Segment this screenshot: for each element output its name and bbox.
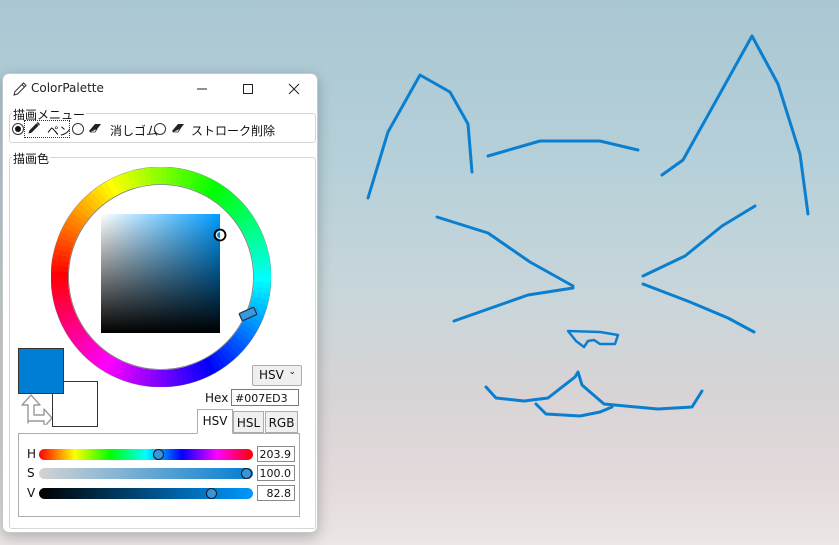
- stroke-left-ear: [366, 73, 474, 200]
- tab-hsl[interactable]: HSL: [233, 411, 264, 433]
- saturation-slider-thumb[interactable]: [241, 467, 252, 479]
- v-label: V: [27, 486, 36, 500]
- close-icon: [288, 83, 300, 95]
- radio-eraser[interactable]: [72, 123, 84, 135]
- radio-stroke-delete[interactable]: [154, 123, 166, 135]
- tab-hsv[interactable]: HSV: [197, 409, 233, 434]
- h-label: H: [27, 447, 37, 461]
- stroke-left-whisker-top: [435, 215, 575, 288]
- eraser-label: 消しゴム: [110, 124, 159, 138]
- swap-colors-icon[interactable]: [18, 391, 52, 425]
- stroke-right-whisker-bottom: [641, 282, 756, 334]
- minimize-button[interactable]: [179, 74, 225, 104]
- maximize-button[interactable]: [225, 74, 271, 104]
- tab-rgb[interactable]: RGB: [265, 411, 298, 433]
- color-palette-window: ColorPalette 描画メニュー ペン 消しゴム ストローク削除 描画色: [2, 73, 318, 533]
- maximize-icon: [243, 84, 253, 94]
- cat-sketch: [366, 34, 810, 418]
- saturation-value-input[interactable]: 100.0: [257, 465, 295, 481]
- pen-icon: [28, 122, 40, 134]
- chevron-down-icon: ⌄: [288, 367, 296, 377]
- saturation-slider-track[interactable]: [39, 468, 253, 479]
- stroke-right-ear: [660, 34, 810, 216]
- stroke-left-whisker-bottom: [452, 286, 575, 323]
- color-mode-value: HSV: [259, 368, 284, 382]
- pencil-icon: [13, 82, 27, 96]
- pen-label: ペン: [47, 124, 72, 138]
- value-slider-track[interactable]: [39, 488, 253, 499]
- hue-slider-thumb[interactable]: [153, 448, 165, 460]
- stroke-delete-label: ストローク削除: [191, 124, 276, 138]
- color-mode-select[interactable]: HSV ⌄: [252, 365, 302, 386]
- stroke-eraser-icon: [172, 124, 184, 133]
- value-slider-thumb[interactable]: [206, 487, 218, 499]
- title-bar[interactable]: ColorPalette: [3, 74, 317, 104]
- hex-input[interactable]: #007ED3: [231, 389, 299, 406]
- value-value-input[interactable]: 82.8: [257, 485, 295, 501]
- stroke-head-top: [486, 139, 640, 158]
- s-label: S: [27, 466, 35, 480]
- drawing-color-label: 描画色: [12, 150, 51, 167]
- close-button[interactable]: [271, 74, 317, 104]
- stroke-chin: [534, 402, 614, 418]
- stroke-nose: [566, 329, 620, 349]
- stroke-mouth: [484, 370, 704, 411]
- hex-label: Hex: [205, 391, 229, 405]
- radio-pen[interactable]: [12, 123, 24, 135]
- hue-value-input[interactable]: 203.9: [257, 446, 295, 462]
- saturation-value-square[interactable]: [101, 214, 220, 333]
- minimize-icon: [197, 88, 207, 90]
- eraser-icon: [89, 124, 101, 133]
- stroke-right-whisker-top: [641, 204, 757, 278]
- hue-slider-track[interactable]: [39, 449, 253, 460]
- window-title: ColorPalette: [31, 81, 104, 95]
- foreground-color-swatch[interactable]: [18, 348, 64, 394]
- color-wheel[interactable]: [51, 167, 271, 387]
